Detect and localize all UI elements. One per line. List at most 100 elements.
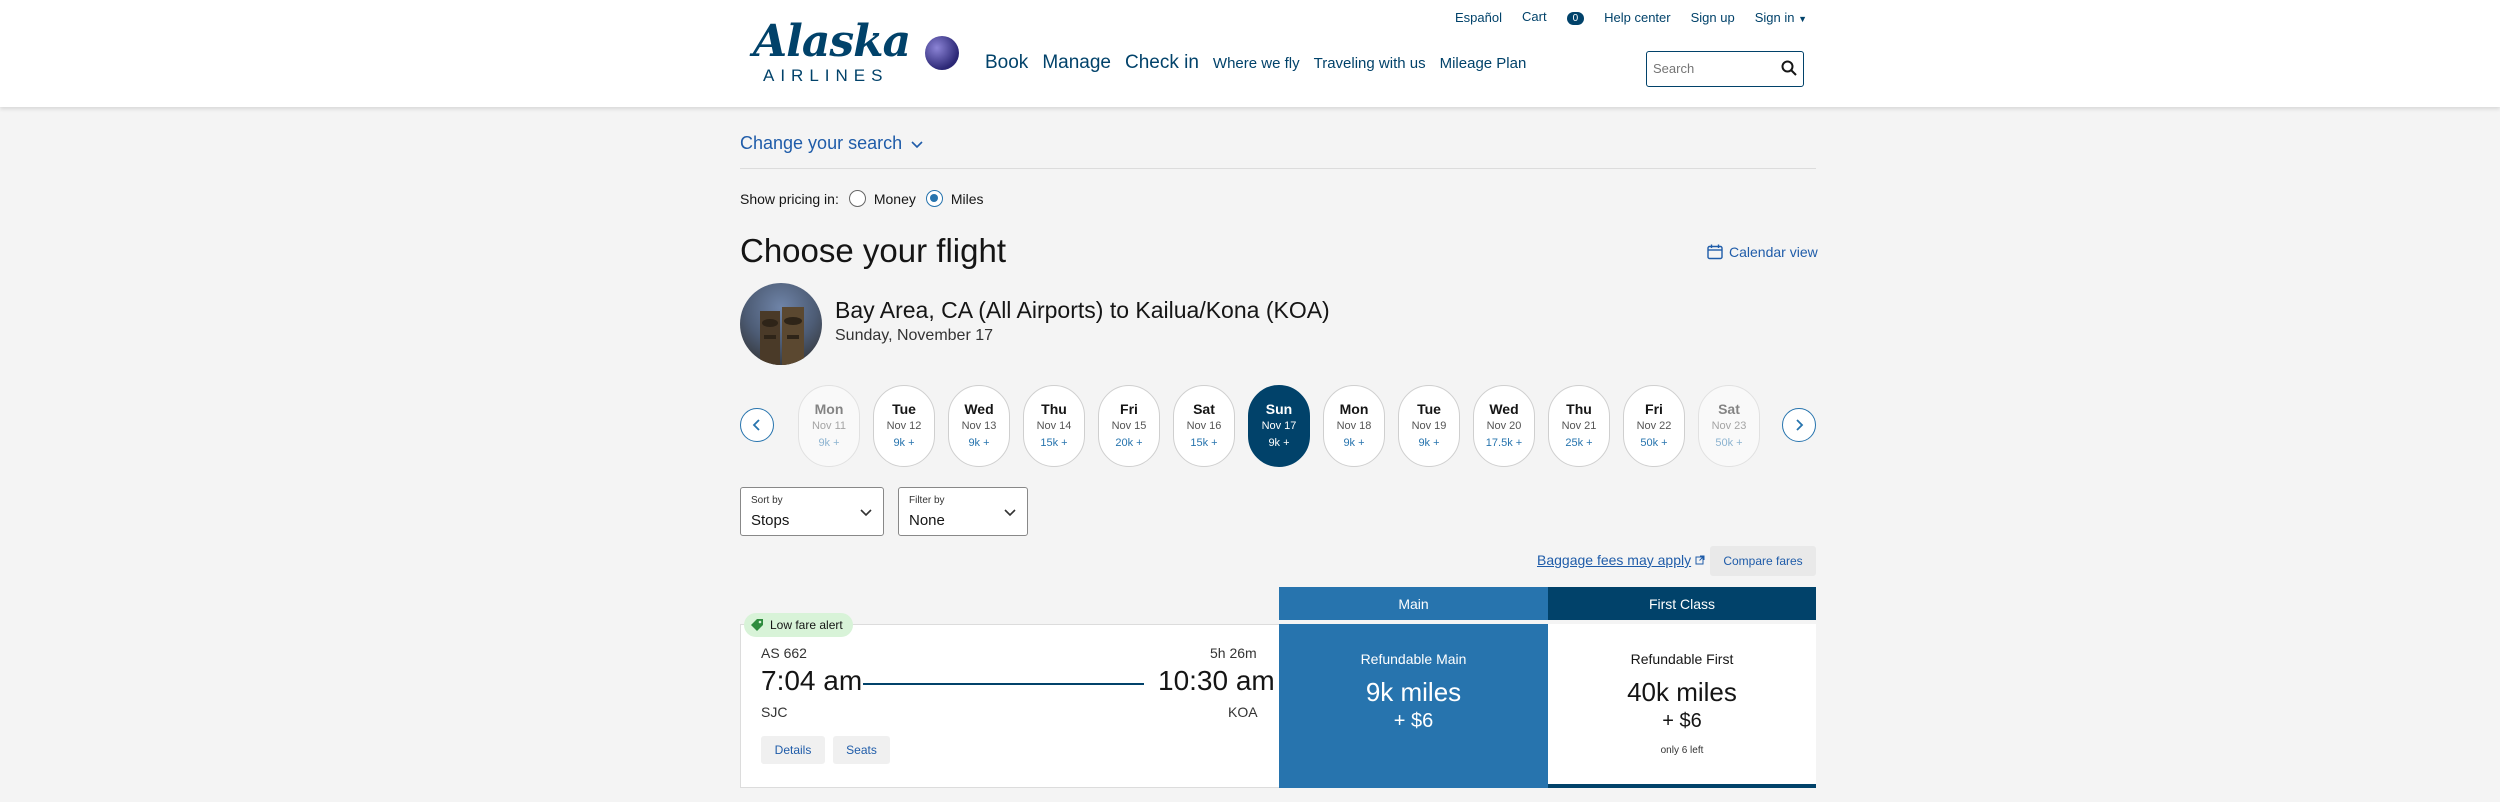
- utility-nav: Español Cart 0 Help center Sign up Sign i…: [1435, 9, 1807, 25]
- destination-airport: KOA: [1228, 704, 1258, 720]
- date-price: 9k +: [818, 437, 840, 449]
- fare-first-cell[interactable]: Refundable First 40k miles + $6 only 6 l…: [1548, 624, 1816, 788]
- date-option[interactable]: Thu Nov 14 15k +: [1023, 385, 1085, 467]
- pricing-label: Show pricing in:: [740, 190, 839, 207]
- date-option[interactable]: Tue Nov 12 9k +: [873, 385, 935, 467]
- date-option[interactable]: Wed Nov 20 17.5k +: [1473, 385, 1535, 467]
- alaska-logo[interactable]: Alaska AIRLINES: [753, 20, 911, 86]
- miles-radio[interactable]: [925, 190, 943, 207]
- flight-path-line: [863, 683, 1144, 685]
- date-price: 17.5k +: [1485, 437, 1523, 449]
- date-option[interactable]: Wed Nov 13 9k +: [948, 385, 1010, 467]
- date-label: Nov 23: [1711, 420, 1747, 432]
- date-label: Nov 20: [1486, 420, 1522, 432]
- search-input[interactable]: [1653, 52, 1773, 84]
- nav-where-we-fly[interactable]: Where we fly: [1213, 55, 1300, 72]
- date-label: Nov 14: [1036, 420, 1072, 432]
- nav-check-in[interactable]: Check in: [1125, 52, 1199, 74]
- nav-traveling-with-us[interactable]: Traveling with us: [1314, 55, 1426, 72]
- tab-main[interactable]: Main: [1279, 587, 1548, 620]
- fare-main-name: Refundable Main: [1360, 651, 1467, 667]
- fare-main-cell[interactable]: Refundable Main 9k miles + $6: [1279, 624, 1548, 788]
- chevron-down-icon: [1004, 509, 1016, 517]
- date-weekday: Wed: [1489, 401, 1519, 417]
- date-price: 9k +: [1268, 437, 1290, 449]
- date-label: Nov 19: [1411, 420, 1447, 432]
- compare-fares-button[interactable]: Compare fares: [1710, 546, 1816, 576]
- date-weekday: Sun: [1265, 401, 1293, 417]
- fare-first-name: Refundable First: [1630, 651, 1734, 667]
- date-weekday: Sat: [1193, 401, 1215, 417]
- nav-manage[interactable]: Manage: [1042, 52, 1111, 74]
- external-link-icon: [1695, 555, 1705, 565]
- date-label: Nov 15: [1111, 420, 1147, 432]
- cart-link[interactable]: Cart 0: [1522, 9, 1585, 25]
- tag-icon: [751, 619, 763, 631]
- date-price: 9k +: [1418, 437, 1440, 449]
- seats-button[interactable]: Seats: [833, 736, 890, 764]
- calendar-view-link[interactable]: Calendar view: [1707, 244, 1818, 260]
- date-option[interactable]: Sat Nov 23 50k +: [1698, 385, 1760, 467]
- tab-first-class[interactable]: First Class: [1548, 587, 1816, 620]
- chevron-right-icon: [1796, 419, 1804, 431]
- date-weekday: Sat: [1718, 401, 1740, 417]
- date-option[interactable]: Sat Nov 16 15k +: [1173, 385, 1235, 467]
- origin-airport: SJC: [761, 704, 788, 720]
- date-price: 20k +: [1115, 437, 1143, 449]
- oneworld-icon: [925, 36, 959, 70]
- date-option[interactable]: Sun Nov 17 9k +: [1248, 385, 1310, 467]
- nav-book[interactable]: Book: [985, 52, 1028, 74]
- caret-down-icon: ▼: [1798, 13, 1807, 24]
- date-label: Nov 22: [1636, 420, 1672, 432]
- change-search-toggle[interactable]: Change your search: [740, 133, 923, 154]
- details-button[interactable]: Details: [761, 736, 825, 764]
- date-option[interactable]: Tue Nov 19 9k +: [1398, 385, 1460, 467]
- divider: [740, 168, 1816, 169]
- page-title: Choose your flight: [740, 232, 1006, 269]
- chevron-down-icon: [911, 141, 923, 149]
- date-option[interactable]: Mon Nov 18 9k +: [1323, 385, 1385, 467]
- espanol-link[interactable]: Español: [1455, 10, 1502, 25]
- baggage-fees-link[interactable]: Baggage fees may apply: [1537, 552, 1705, 568]
- date-option[interactable]: Mon Nov 11 9k +: [798, 385, 860, 467]
- date-price: 25k +: [1565, 437, 1593, 449]
- date-weekday: Mon: [814, 401, 844, 417]
- date-label: Nov 11: [811, 420, 847, 432]
- sort-value: Stops: [751, 512, 790, 529]
- date-weekday: Thu: [1041, 401, 1067, 417]
- money-radio[interactable]: [848, 190, 866, 207]
- nav-mileage-plan[interactable]: Mileage Plan: [1440, 55, 1527, 72]
- chevron-left-icon: [752, 419, 760, 431]
- site-search: [1646, 51, 1804, 87]
- date-label: Nov 12: [886, 420, 922, 432]
- filter-value: None: [909, 512, 945, 529]
- arrival-time: 10:30 am: [1158, 665, 1275, 696]
- search-icon[interactable]: [1781, 60, 1797, 76]
- fare-first-miles: 40k miles: [1627, 677, 1737, 707]
- next-dates-button[interactable]: [1782, 408, 1816, 442]
- fare-main-fee: + $6: [1393, 710, 1434, 732]
- date-price: 9k +: [968, 437, 990, 449]
- sign-in-label: Sign in: [1754, 9, 1795, 25]
- date-label: Nov 13: [961, 420, 997, 432]
- date-weekday: Fri: [1120, 401, 1138, 417]
- fare-main-miles: 9k miles: [1365, 677, 1462, 707]
- sign-in-link[interactable]: Sign in ▼: [1755, 10, 1807, 25]
- pricing-toggle: Show pricing in: Money Miles: [740, 190, 984, 207]
- money-label[interactable]: Money: [874, 191, 916, 207]
- change-search-label: Change your search: [740, 133, 903, 153]
- sign-up-link[interactable]: Sign up: [1691, 10, 1735, 25]
- date-price: 9k +: [893, 437, 915, 449]
- prev-dates-button[interactable]: [740, 408, 774, 442]
- filter-select[interactable]: Filter by None: [898, 487, 1028, 536]
- date-option[interactable]: Fri Nov 15 20k +: [1098, 385, 1160, 467]
- flight-duration: 5h 26m: [1210, 645, 1257, 661]
- departure-time: 7:04 am: [761, 665, 863, 696]
- sort-select[interactable]: Sort by Stops: [740, 487, 884, 536]
- date-option[interactable]: Thu Nov 21 25k +: [1548, 385, 1610, 467]
- help-center-link[interactable]: Help center: [1604, 10, 1670, 25]
- low-fare-alert-label: Low fare alert: [770, 618, 843, 632]
- calendar-icon: [1707, 244, 1723, 260]
- miles-label[interactable]: Miles: [951, 191, 984, 207]
- date-option[interactable]: Fri Nov 22 50k +: [1623, 385, 1685, 467]
